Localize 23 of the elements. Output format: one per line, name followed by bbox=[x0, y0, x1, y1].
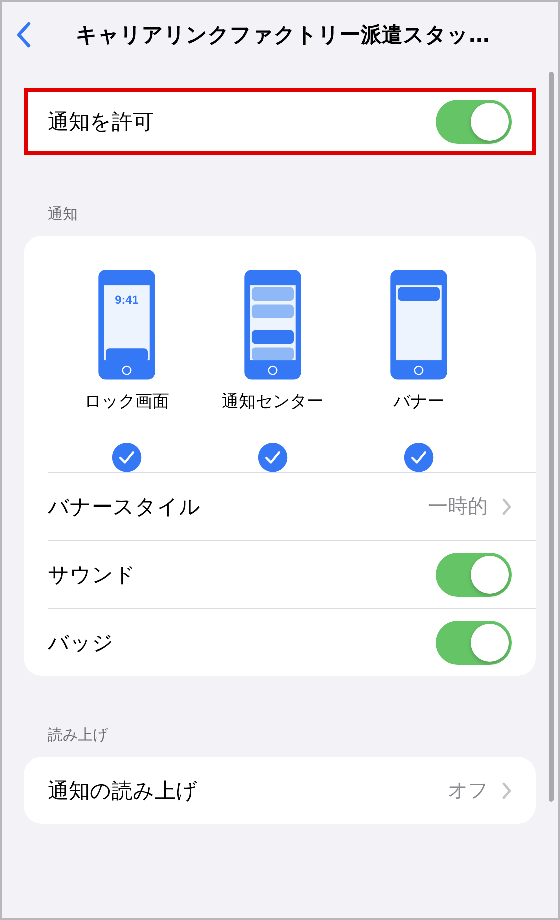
page-title: キャリアリンクファクトリー派遣スタッ… bbox=[76, 22, 490, 49]
section-header: 通知 bbox=[48, 205, 79, 224]
back-icon[interactable] bbox=[16, 21, 32, 49]
setting-value: 一時的 bbox=[428, 493, 488, 520]
toggle-switch[interactable] bbox=[436, 552, 512, 596]
check-icon[interactable] bbox=[257, 442, 289, 472]
toggle-switch[interactable] bbox=[436, 620, 512, 664]
check-icon[interactable] bbox=[403, 442, 435, 472]
check-icon[interactable] bbox=[111, 442, 143, 472]
chevron-icon[interactable] bbox=[502, 782, 512, 800]
setting-label: サウンド bbox=[48, 562, 137, 588]
style-label: バナー bbox=[394, 390, 444, 413]
setting-value: オフ bbox=[448, 777, 488, 804]
style-label: ロック画面 bbox=[84, 390, 170, 413]
setting-label: バッジ bbox=[48, 630, 115, 656]
section-header: 読み上げ bbox=[48, 726, 110, 745]
setting-label: バナースタイル bbox=[48, 494, 202, 520]
style-label: 通知センター bbox=[222, 390, 324, 413]
setting-label: 通知を許可 bbox=[48, 108, 154, 136]
clock-text: 9:41 bbox=[115, 292, 139, 307]
setting-label: 通知の読み上げ bbox=[48, 778, 199, 804]
chevron-icon[interactable] bbox=[502, 498, 512, 516]
toggle-switch[interactable] bbox=[436, 100, 512, 144]
